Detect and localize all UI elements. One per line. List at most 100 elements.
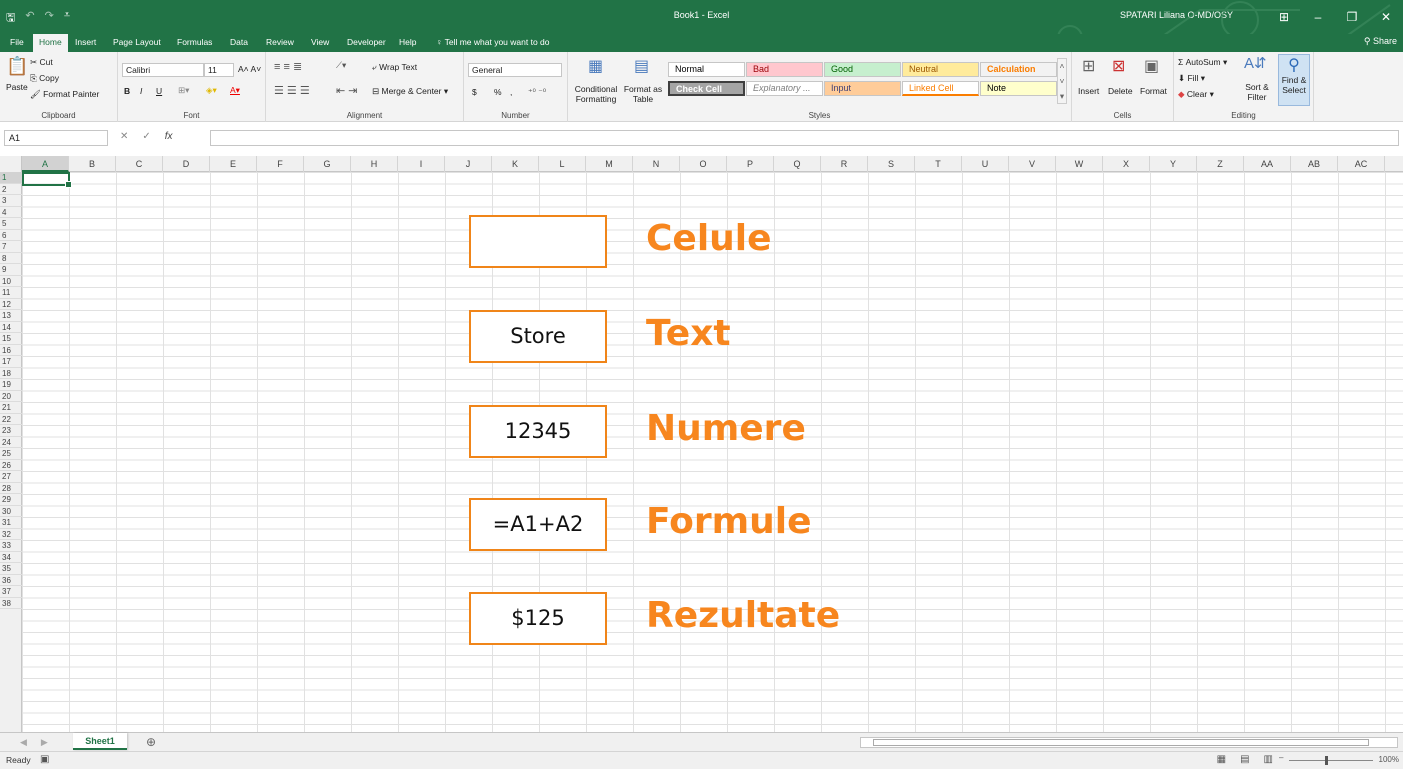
row-header-35[interactable]: 35 (0, 563, 22, 575)
bold-button[interactable]: B (124, 86, 130, 96)
column-header-j[interactable]: J (445, 156, 492, 172)
column-header-b[interactable]: B (69, 156, 116, 172)
row-header-33[interactable]: 33 (0, 540, 22, 552)
currency-button[interactable]: $ (472, 87, 477, 97)
font-size-select[interactable]: 11 (204, 63, 234, 77)
column-header-n[interactable]: N (633, 156, 680, 172)
row-header-37[interactable]: 37 (0, 586, 22, 598)
next-sheet-icon[interactable]: ▶ (41, 737, 48, 748)
cell-style-good[interactable]: Good (824, 62, 901, 77)
format-painter-button[interactable]: 🖌 Format Painter (30, 89, 99, 100)
row-header-29[interactable]: 29 (0, 494, 22, 506)
percent-button[interactable]: % (494, 87, 502, 97)
column-header-q[interactable]: Q (774, 156, 821, 172)
fill-color-icon[interactable]: ◈▾ (206, 85, 217, 96)
format-button[interactable]: Format (1140, 86, 1167, 96)
row-header-19[interactable]: 19 (0, 379, 22, 391)
normal-view-icon[interactable]: ▦ (1217, 754, 1226, 765)
row-header-25[interactable]: 25 (0, 448, 22, 460)
zoom-knob[interactable] (1325, 756, 1328, 765)
row-header-23[interactable]: 23 (0, 425, 22, 437)
row-header-1[interactable]: 1 (0, 172, 22, 184)
delete-button[interactable]: Delete (1108, 86, 1133, 96)
row-header-27[interactable]: 27 (0, 471, 22, 483)
row-header-31[interactable]: 31 (0, 517, 22, 529)
sheet-tab-sheet1[interactable]: Sheet1 (73, 733, 127, 750)
borders-icon[interactable]: ⊞▾ (178, 85, 189, 96)
prev-sheet-icon[interactable]: ◀ (20, 737, 27, 748)
row-header-38[interactable]: 38 (0, 598, 22, 609)
tab-insert[interactable]: Insert (69, 34, 102, 52)
tab-developer[interactable]: Developer (341, 34, 392, 52)
insert-function-button[interactable]: fx (165, 131, 173, 142)
column-header-m[interactable]: M (586, 156, 633, 172)
row-header-8[interactable]: 8 (0, 253, 22, 264)
column-header-a[interactable]: A (22, 156, 69, 172)
tab-data[interactable]: Data (224, 34, 254, 52)
grow-font-icon[interactable]: A˄ A˅ (238, 64, 261, 74)
column-header-t[interactable]: T (915, 156, 962, 172)
column-header-g[interactable]: G (304, 156, 351, 172)
tab-view[interactable]: View (305, 34, 335, 52)
insert-button[interactable]: Insert (1078, 86, 1099, 96)
row-header-34[interactable]: 34 (0, 552, 22, 563)
row-header-26[interactable]: 26 (0, 460, 22, 471)
horizontal-align-icon[interactable]: ☰ ☰ ☰ (274, 84, 310, 97)
cancel-icon[interactable]: ✕ (120, 131, 128, 142)
row-header-17[interactable]: 17 (0, 356, 22, 368)
zoom-slider[interactable]: – 100% (1279, 753, 1399, 767)
column-header-e[interactable]: E (210, 156, 257, 172)
cell-style-neutral[interactable]: Neutral (902, 62, 979, 77)
conditional-formatting-button[interactable]: Conditional Formatting (570, 84, 622, 104)
column-header-d[interactable]: D (163, 156, 210, 172)
find-select-button[interactable]: ⚲ Find & Select (1278, 54, 1310, 106)
column-header-u[interactable]: U (962, 156, 1009, 172)
page-layout-view-icon[interactable]: ▤ (1240, 754, 1249, 765)
cell-style-check-cell[interactable]: Check Cell (668, 81, 745, 96)
column-header-k[interactable]: K (492, 156, 539, 172)
row-header-4[interactable]: 4 (0, 207, 22, 218)
scroll-thumb[interactable] (873, 739, 1369, 746)
row-header-13[interactable]: 13 (0, 310, 22, 322)
font-name-select[interactable]: Calibri (122, 63, 204, 77)
column-header-y[interactable]: Y (1150, 156, 1197, 172)
cut-button[interactable]: ✂ Cut (30, 57, 53, 68)
ribbon-display-icon[interactable]: ⊞ (1267, 0, 1301, 34)
column-header-h[interactable]: H (351, 156, 398, 172)
tab-file[interactable]: File (4, 34, 30, 52)
row-header-20[interactable]: 20 (0, 391, 22, 402)
column-header-ab[interactable]: AB (1291, 156, 1338, 172)
comma-button[interactable]: , (510, 87, 512, 97)
cell-style-bad[interactable]: Bad (746, 62, 823, 77)
column-header-i[interactable]: I (398, 156, 445, 172)
underline-button[interactable]: U (156, 86, 162, 96)
merge-center-button[interactable]: ⊟ Merge & Center ▾ (372, 86, 448, 97)
decimal-icon[interactable]: ⁺⁰ ⁻⁰ (528, 87, 546, 98)
row-header-9[interactable]: 9 (0, 264, 22, 276)
row-header-15[interactable]: 15 (0, 333, 22, 345)
restore-icon[interactable]: ❐ (1335, 0, 1369, 34)
tab-formulas[interactable]: Formulas (171, 34, 218, 52)
add-sheet-icon[interactable]: ⊕ (146, 735, 156, 749)
column-header-aa[interactable]: AA (1244, 156, 1291, 172)
column-header-s[interactable]: S (868, 156, 915, 172)
gallery-scroll-icon[interactable]: ˄ ˅ ▾ (1057, 58, 1067, 104)
wrap-text-button[interactable]: ⤶ Wrap Text (372, 62, 417, 73)
row-header-6[interactable]: 6 (0, 230, 22, 241)
row-header-22[interactable]: 22 (0, 414, 22, 425)
row-header-2[interactable]: 2 (0, 184, 22, 195)
fill-button[interactable]: ⬇ Fill ▾ (1178, 73, 1205, 84)
indent-icon[interactable]: ⇤ ⇥ (336, 84, 358, 97)
format-as-table-button[interactable]: Format as Table (622, 84, 664, 104)
column-header-z[interactable]: Z (1197, 156, 1244, 172)
formula-input[interactable] (210, 130, 1399, 146)
cell-style-linked-cell[interactable]: Linked Cell (902, 81, 979, 96)
row-header-16[interactable]: 16 (0, 345, 22, 356)
column-header-p[interactable]: P (727, 156, 774, 172)
column-header-r[interactable]: R (821, 156, 868, 172)
tab-help[interactable]: Help (393, 34, 422, 52)
cell-style-input[interactable]: Input (824, 81, 901, 96)
italic-button[interactable]: I (140, 86, 142, 96)
row-header-30[interactable]: 30 (0, 506, 22, 517)
row-header-12[interactable]: 12 (0, 299, 22, 310)
